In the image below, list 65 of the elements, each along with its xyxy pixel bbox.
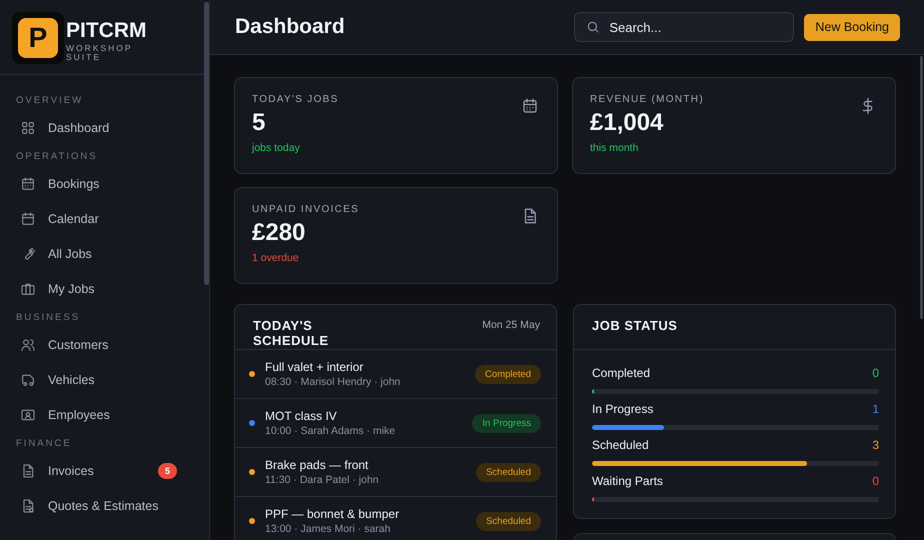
- status-label: Waiting Parts: [592, 474, 663, 488]
- status-count: 1: [872, 402, 879, 416]
- schedule-date: Mon 25 May: [482, 319, 540, 331]
- calendar-icon: [521, 97, 539, 115]
- nav-item[interactable]: Vehicles: [8, 362, 201, 397]
- scrollbar[interactable]: [204, 2, 209, 285]
- nav-item[interactable]: Dashboard: [8, 110, 201, 145]
- calendar-icon: [20, 210, 36, 226]
- status-label: Scheduled: [592, 438, 649, 452]
- panel-title: JOB STATUS: [592, 319, 678, 334]
- status-badge: Scheduled: [476, 462, 541, 482]
- section-heading: OPERATIONS: [15, 150, 99, 164]
- status-badge: Completed: [475, 364, 541, 384]
- nav-item[interactable]: Calendar: [8, 201, 201, 236]
- nav-item[interactable]: Quotes & Estimates: [8, 488, 201, 523]
- stat-value: £280: [252, 219, 306, 247]
- calendar-icon: [20, 176, 36, 192]
- nav-item[interactable]: Employees: [8, 397, 201, 432]
- nav-item[interactable]: Bookings: [8, 166, 201, 201]
- job-meta: 08:30 · Marisol Hendry · john: [265, 376, 402, 388]
- job-title: Full valet + interior: [265, 360, 364, 374]
- schedule-row[interactable]: Brake pads — front 11:30 · Dara Patel · john Scheduled: [235, 448, 556, 497]
- status-count: 0: [872, 366, 879, 380]
- section-heading: FINANCE: [15, 437, 73, 451]
- nav-item[interactable]: Invoices 5: [8, 453, 201, 488]
- nav-item[interactable]: My Jobs: [8, 271, 201, 306]
- nav-item[interactable]: All Jobs: [8, 236, 201, 271]
- panel-title: TODAY'S SCHEDULE: [253, 319, 330, 349]
- app-tagline: WORKSHOP SUITE: [66, 44, 134, 63]
- status-count: 0: [872, 474, 879, 488]
- schedule-row[interactable]: MOT class IV 10:00 · Sarah Adams · mike In Progress: [235, 399, 556, 448]
- section-heading: OVERVIEW: [15, 94, 84, 108]
- logo-icon: P: [12, 12, 64, 64]
- stat-note: 1 overdue: [252, 252, 300, 264]
- status-count: 3: [872, 438, 879, 452]
- new-booking-button[interactable]: New Booking: [804, 14, 900, 40]
- stat-value: £1,004: [590, 109, 664, 137]
- count-badge: 5: [158, 462, 177, 478]
- search-field[interactable]: Search...: [574, 12, 794, 42]
- status-label: Completed: [592, 366, 650, 380]
- users-icon: [20, 336, 36, 352]
- job-meta: 13:00 · James Mori · sarah: [265, 523, 392, 535]
- search-icon: [586, 20, 600, 34]
- status-badge: Scheduled: [476, 512, 541, 530]
- nav-item[interactable]: Customers: [8, 327, 201, 362]
- job-title: MOT class IV: [265, 409, 338, 423]
- job-meta: 11:30 · Dara Patel · john: [265, 474, 380, 486]
- status-label: In Progress: [592, 402, 654, 416]
- stat-note: this month: [590, 142, 640, 154]
- job-title: Brake pads — front: [265, 458, 370, 472]
- page-title: Dashboard: [235, 15, 346, 39]
- stat-note: jobs today: [252, 142, 301, 154]
- grid-icon: [20, 120, 36, 136]
- stat-value: 5: [252, 109, 266, 137]
- scrollbar[interactable]: [920, 56, 923, 319]
- stat-label: REVENUE (MONTH): [590, 94, 704, 105]
- schedule-row[interactable]: Full valet + interior 08:30 · Marisol Hendry · john Completed: [235, 350, 556, 399]
- job-title: PPF — bonnet & bumper: [265, 507, 400, 521]
- section-heading: BUSINESS: [15, 311, 82, 325]
- status-badge: In Progress: [472, 414, 541, 432]
- stat-label: TODAY'S JOBS: [252, 94, 339, 105]
- app-name: PITCRM: [66, 20, 146, 41]
- stat-label: UNPAID INVOICES: [252, 204, 360, 215]
- job-meta: 10:00 · Sarah Adams · mike: [265, 425, 396, 437]
- schedule-row[interactable]: PPF — bonnet & bumper 13:00 · James Mori · sarah Scheduled: [235, 497, 556, 540]
